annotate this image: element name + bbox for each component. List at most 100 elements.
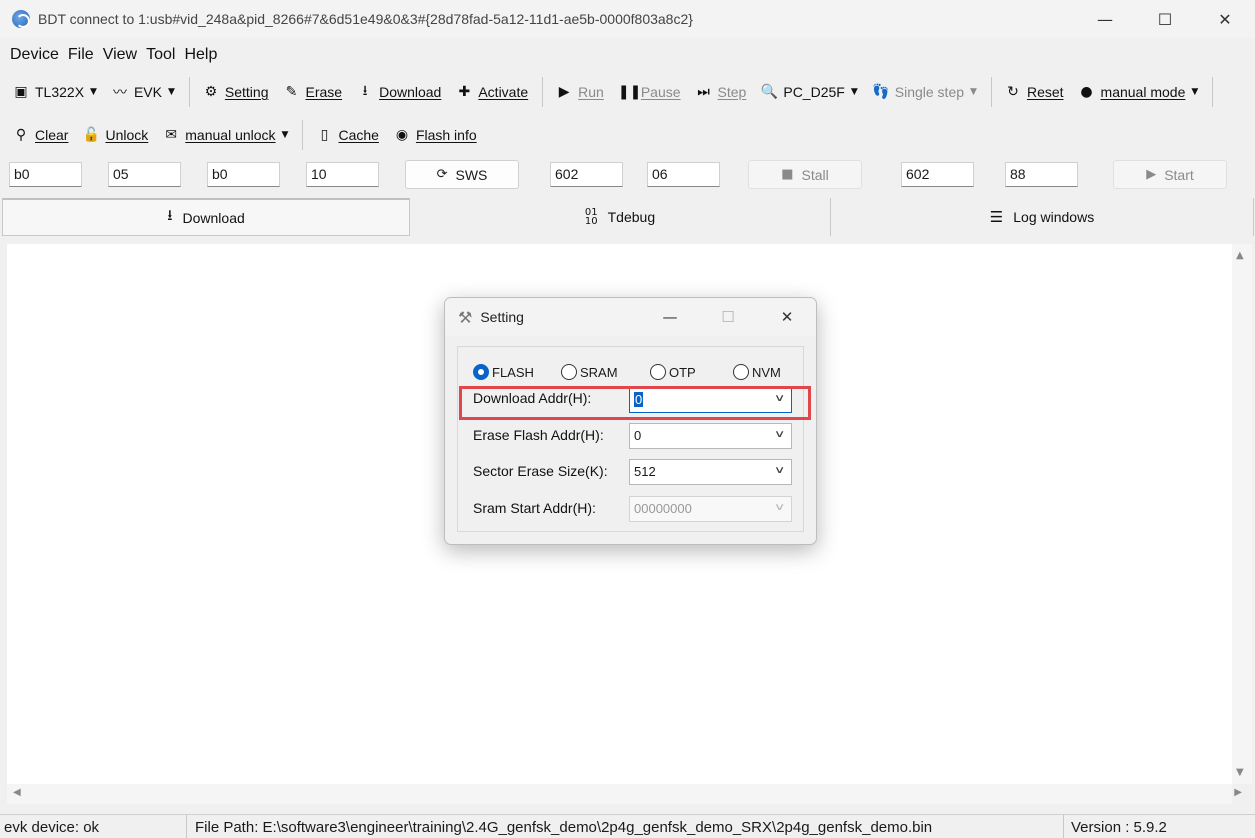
radio-sram[interactable]: SRAM xyxy=(561,364,618,380)
step-button[interactable]: ⏭ Step xyxy=(691,84,751,100)
erase-addr-label: Erase Flash Addr(H): xyxy=(473,427,604,443)
refresh-icon: ↻ xyxy=(1007,84,1019,100)
tab-tdebug[interactable]: 01 10 Tdebug xyxy=(410,198,831,236)
dialog-close-button[interactable]: ✕ xyxy=(758,298,816,336)
menu-file[interactable]: File xyxy=(68,46,94,64)
unlock-label: Unlock xyxy=(105,127,149,143)
sws-control-row: b0 05 b0 10 ⟳ SWS 602 06 ■ Stall 602 88 … xyxy=(0,158,1255,192)
stall-field-2[interactable]: 06 xyxy=(647,162,720,187)
single-step-button[interactable]: 👣 Single step ▼ xyxy=(868,84,981,100)
scroll-down-icon[interactable]: ▼ xyxy=(1236,767,1244,778)
chevron-down-icon: ▼ xyxy=(281,130,289,140)
chevron-down-icon: ▼ xyxy=(850,87,858,97)
dialog-maximize-button: ☐ xyxy=(721,308,735,326)
chevron-down-icon[interactable]: ∨ xyxy=(773,429,785,440)
mail-icon: ✉ xyxy=(165,127,178,143)
sram-addr-label: Sram Start Addr(H): xyxy=(473,500,596,516)
scroll-up-icon[interactable]: ▲ xyxy=(1236,250,1244,261)
chip-select-button[interactable]: ▣ TL322X ▼ xyxy=(8,84,101,100)
menu-device[interactable]: Device xyxy=(10,46,59,64)
download-button[interactable]: ⭳ Download xyxy=(352,80,445,104)
mode-select-button[interactable]: ● manual mode ▼ xyxy=(1074,84,1203,100)
radio-nvm[interactable]: NVM xyxy=(733,364,781,380)
status-divider xyxy=(1063,815,1064,838)
wave-icon: 〰 xyxy=(112,85,127,101)
erase-addr-combo[interactable]: 0 ∨ xyxy=(629,423,792,449)
horizontal-scrollbar[interactable]: ◀ ▶ xyxy=(7,784,1242,804)
footsteps-icon: 👣 xyxy=(872,84,890,100)
start-field-1[interactable]: 602 xyxy=(901,162,974,187)
main-tabs: ⭳ Download 01 10 Tdebug ☰ Log windows xyxy=(2,198,1255,236)
download-arrow-icon: ⭳ xyxy=(362,83,368,99)
erase-button[interactable]: ✎ Erase xyxy=(279,84,347,100)
flash-info-label: Flash info xyxy=(415,127,477,143)
minimize-button[interactable]: — xyxy=(1075,0,1135,38)
tab-log-windows[interactable]: ☰ Log windows xyxy=(831,198,1254,236)
toolbar-divider xyxy=(542,77,544,107)
manual-unlock-label: manual unlock xyxy=(185,127,276,143)
sd-card-icon: ▯ xyxy=(320,127,329,143)
erase-addr-value: 0 xyxy=(634,428,642,443)
sector-size-combo[interactable]: 512 ∨ xyxy=(629,459,792,485)
tab-download[interactable]: ⭳ Download xyxy=(2,198,410,236)
board-select-button[interactable]: 〰 EVK ▼ xyxy=(107,82,179,102)
setting-dialog: ⚒ Setting — ☐ ✕ FLASH SRAM OTP NVM Downl… xyxy=(444,297,817,545)
chevron-down-icon: ▼ xyxy=(167,87,175,97)
mode-icon: ● xyxy=(1080,84,1093,100)
activate-button[interactable]: ✚ Activate xyxy=(451,84,532,100)
flash-info-button[interactable]: ◉ Flash info xyxy=(389,127,481,143)
gear-icon: ⚙ xyxy=(204,84,218,100)
setting-button[interactable]: ⚙ Setting xyxy=(198,84,273,100)
vertical-scrollbar[interactable]: ▲ ▼ xyxy=(1232,244,1252,784)
download-arrow-icon: ⭳ xyxy=(167,206,173,224)
unlock-button[interactable]: 🔓 Unlock xyxy=(78,127,152,143)
download-label: Download xyxy=(379,84,442,100)
run-button[interactable]: ▶ Run xyxy=(551,84,608,100)
pause-button[interactable]: ❚❚ Pause xyxy=(614,84,685,100)
radio-otp[interactable]: OTP xyxy=(650,364,696,380)
single-step-label: Single step xyxy=(894,84,965,100)
pc-select-button[interactable]: 🔍 PC_D25F ▼ xyxy=(756,84,861,100)
menu-help[interactable]: Help xyxy=(184,46,217,64)
wrench-icon: ⚒ xyxy=(458,307,473,327)
sws-field-3[interactable]: b0 xyxy=(207,162,280,187)
manual-unlock-button[interactable]: ✉ manual unlock ▼ xyxy=(158,127,292,143)
list-icon: ☰ xyxy=(989,208,1004,226)
radio-dot xyxy=(650,364,666,380)
menu-tool[interactable]: Tool xyxy=(146,46,175,64)
dialog-title: Setting xyxy=(480,309,524,325)
chip-label: TL322X xyxy=(35,84,85,100)
mode-label: manual mode xyxy=(1100,84,1186,100)
search-icon: 🔍 xyxy=(760,84,779,100)
sws-field-4[interactable]: 10 xyxy=(306,162,379,187)
menu-view[interactable]: View xyxy=(103,46,137,64)
toolbar-divider xyxy=(188,77,190,107)
radio-flash[interactable]: FLASH xyxy=(473,364,534,380)
sws-field-1[interactable]: b0 xyxy=(9,162,82,187)
board-label: EVK xyxy=(133,84,162,100)
start-button[interactable]: ▶ Start xyxy=(1113,160,1227,189)
device-status: evk device: ok xyxy=(4,819,100,836)
cache-label: Cache xyxy=(338,127,379,143)
maximize-button[interactable]: ☐ xyxy=(1135,0,1195,38)
sram-addr-combo: 00000000 ∨ xyxy=(629,496,792,522)
chevron-down-icon[interactable]: ∨ xyxy=(773,465,785,476)
sws-button[interactable]: ⟳ SWS xyxy=(405,160,519,189)
scroll-right-icon[interactable]: ▶ xyxy=(1234,787,1242,798)
clear-button[interactable]: ⚲ Clear xyxy=(8,127,72,143)
stall-button[interactable]: ■ Stall xyxy=(748,160,862,189)
start-field-2[interactable]: 88 xyxy=(1005,162,1078,187)
broom-icon: ⚲ xyxy=(15,127,27,143)
sws-field-2[interactable]: 05 xyxy=(108,162,181,187)
sector-size-value: 512 xyxy=(634,464,656,479)
stall-field-1[interactable]: 602 xyxy=(550,162,623,187)
cache-button[interactable]: ▯ Cache xyxy=(311,127,382,143)
highlight-box xyxy=(459,386,811,420)
radio-dot xyxy=(473,364,489,380)
app-logo-icon xyxy=(12,10,30,28)
reset-button[interactable]: ↻ Reset xyxy=(1000,84,1068,100)
sram-addr-value: 00000000 xyxy=(634,501,692,516)
scroll-left-icon[interactable]: ◀ xyxy=(13,787,21,798)
close-button[interactable]: ✕ xyxy=(1195,0,1255,38)
dialog-minimize-button[interactable]: — xyxy=(641,298,699,336)
